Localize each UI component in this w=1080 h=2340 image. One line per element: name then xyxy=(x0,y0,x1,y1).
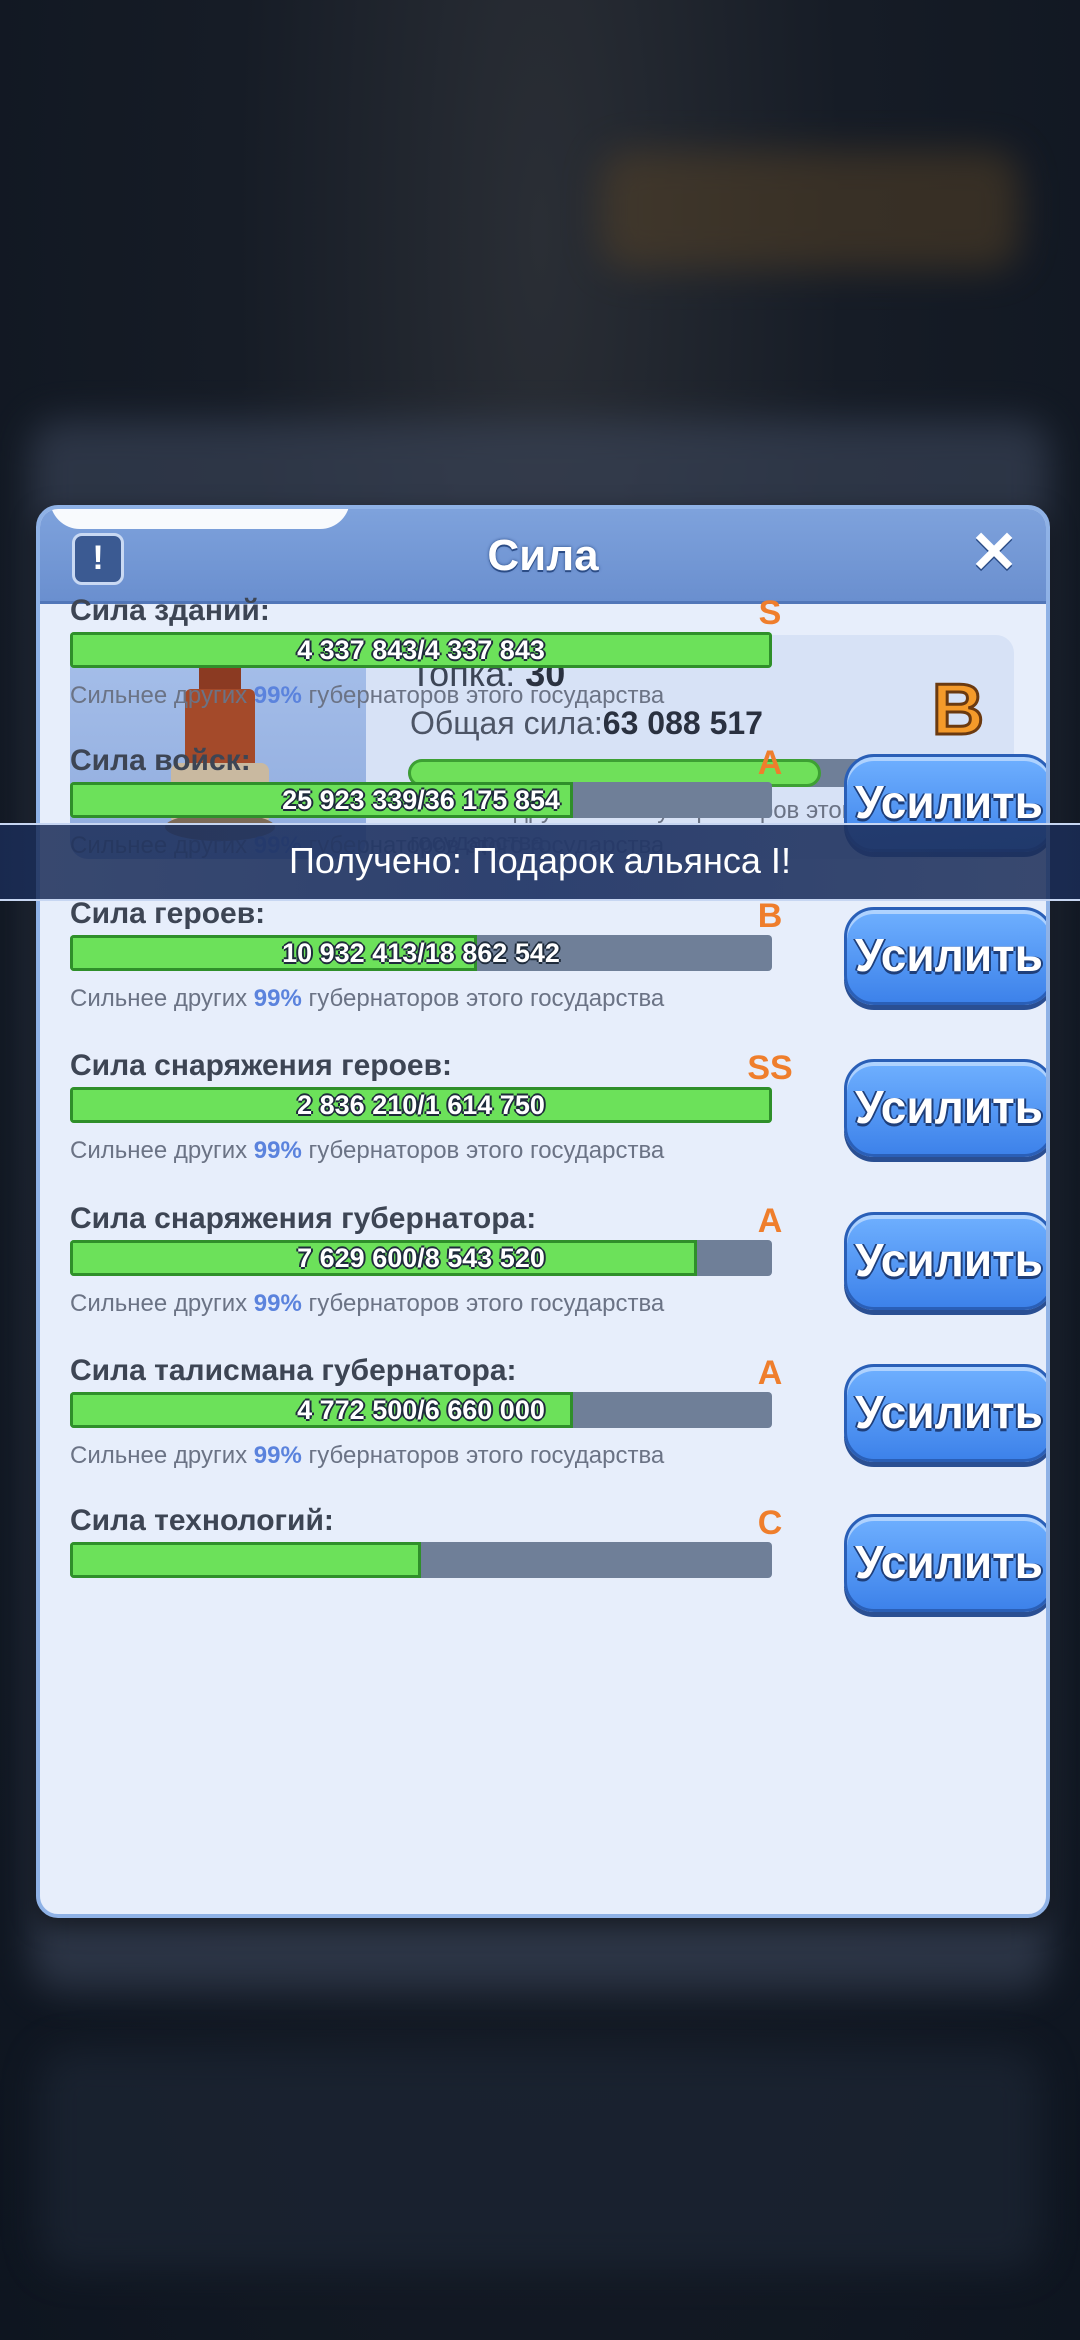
row-progress-bar: 4 772 500/6 660 000 xyxy=(70,1392,772,1428)
row-progress-bar: 25 923 339/36 175 854 xyxy=(70,782,772,818)
row-label: Сила войск: xyxy=(70,744,251,777)
row-grade-badge: C xyxy=(757,1504,783,1542)
row-label: Сила зданий: xyxy=(70,594,270,627)
row-progress-value: 10 932 413/18 862 542 xyxy=(282,938,560,968)
row-rank-note: Сильнее других 99% губернаторов этого го… xyxy=(70,1137,665,1164)
row-progress-value: 4 772 500/6 660 000 xyxy=(297,1395,545,1425)
upgrade-button[interactable]: Усилить xyxy=(844,1364,1046,1462)
row-rank-note: Сильнее других 99% губернаторов этого го… xyxy=(70,1290,665,1317)
close-icon[interactable]: ✕ xyxy=(964,523,1024,583)
background-blur-top xyxy=(600,150,1020,270)
power-row: Сила снаряжения героев: SS 2 836 210/1 614… xyxy=(70,1049,1046,1199)
power-row: Сила героев: B 10 932 413/18 862 542 Сильне… xyxy=(70,897,1046,1047)
power-row: Сила зданий: S 4 337 843/4 337 843 Сильнее … xyxy=(70,594,1014,744)
row-progress-bar: 7 629 600/8 543 520 xyxy=(70,1240,772,1276)
row-progress-bar: 2 836 210/1 614 750 xyxy=(70,1087,772,1123)
row-rank-note: Сильнее других 99% губернаторов этого го… xyxy=(70,1442,665,1469)
row-grade-badge: A xyxy=(757,744,783,782)
row-progress-value: 4 337 843/4 337 843 xyxy=(297,635,545,665)
row-progress-value: 2 836 210/1 614 750 xyxy=(297,1090,545,1120)
power-row: Сила технологий: C Усилить xyxy=(70,1504,1046,1654)
row-label: Сила снаряжения губернатора: xyxy=(70,1202,537,1235)
row-label: Сила героев: xyxy=(70,897,266,930)
power-row: Сила снаряжения губернатора: A 7 629 600/8… xyxy=(70,1202,1046,1352)
row-label: Сила талисмана губернатора: xyxy=(70,1354,517,1387)
row-label: Сила технологий: xyxy=(70,1504,334,1537)
row-progress-bar: 10 932 413/18 862 542 xyxy=(70,935,772,971)
row-grade-badge: A xyxy=(757,1354,783,1392)
upgrade-button[interactable]: Усилить xyxy=(844,907,1046,1005)
row-progress-bar xyxy=(70,1542,772,1578)
row-rank-note: Сильнее других 99% губернаторов этого го… xyxy=(70,985,665,1012)
snow-decoration xyxy=(50,509,350,529)
dialog-titlebar: ! Сила ✕ xyxy=(40,509,1046,604)
row-progress-value: 25 923 339/36 175 854 xyxy=(282,785,560,815)
row-label: Сила снаряжения героев: xyxy=(70,1049,453,1082)
power-row: Сила талисмана губернатора: A 4 772 500/6 … xyxy=(70,1354,1046,1504)
row-progress-bar: 4 337 843/4 337 843 xyxy=(70,632,772,668)
upgrade-button[interactable]: Усилить xyxy=(844,1059,1046,1157)
reward-banner: Получено: Подарок альянса I! xyxy=(0,823,1080,901)
power-dialog: ! Сила ✕ Топка: 30 Общая сила:63 088 517… xyxy=(36,505,1050,1918)
row-grade-badge: B xyxy=(757,897,783,935)
row-rank-note: Сильнее других 99% губернаторов этого го… xyxy=(70,682,665,709)
row-grade-badge: A xyxy=(757,1202,783,1240)
row-grade-badge: SS xyxy=(747,1049,793,1087)
upgrade-button[interactable]: Усилить xyxy=(844,1212,1046,1310)
dialog-title: Сила xyxy=(487,531,599,580)
row-progress-fill xyxy=(70,1542,421,1578)
row-grade-badge: S xyxy=(758,594,782,632)
row-progress-value: 7 629 600/8 543 520 xyxy=(297,1243,545,1273)
background-blur-bottom xyxy=(40,2050,1040,2270)
upgrade-button[interactable]: Усилить xyxy=(844,1514,1046,1612)
